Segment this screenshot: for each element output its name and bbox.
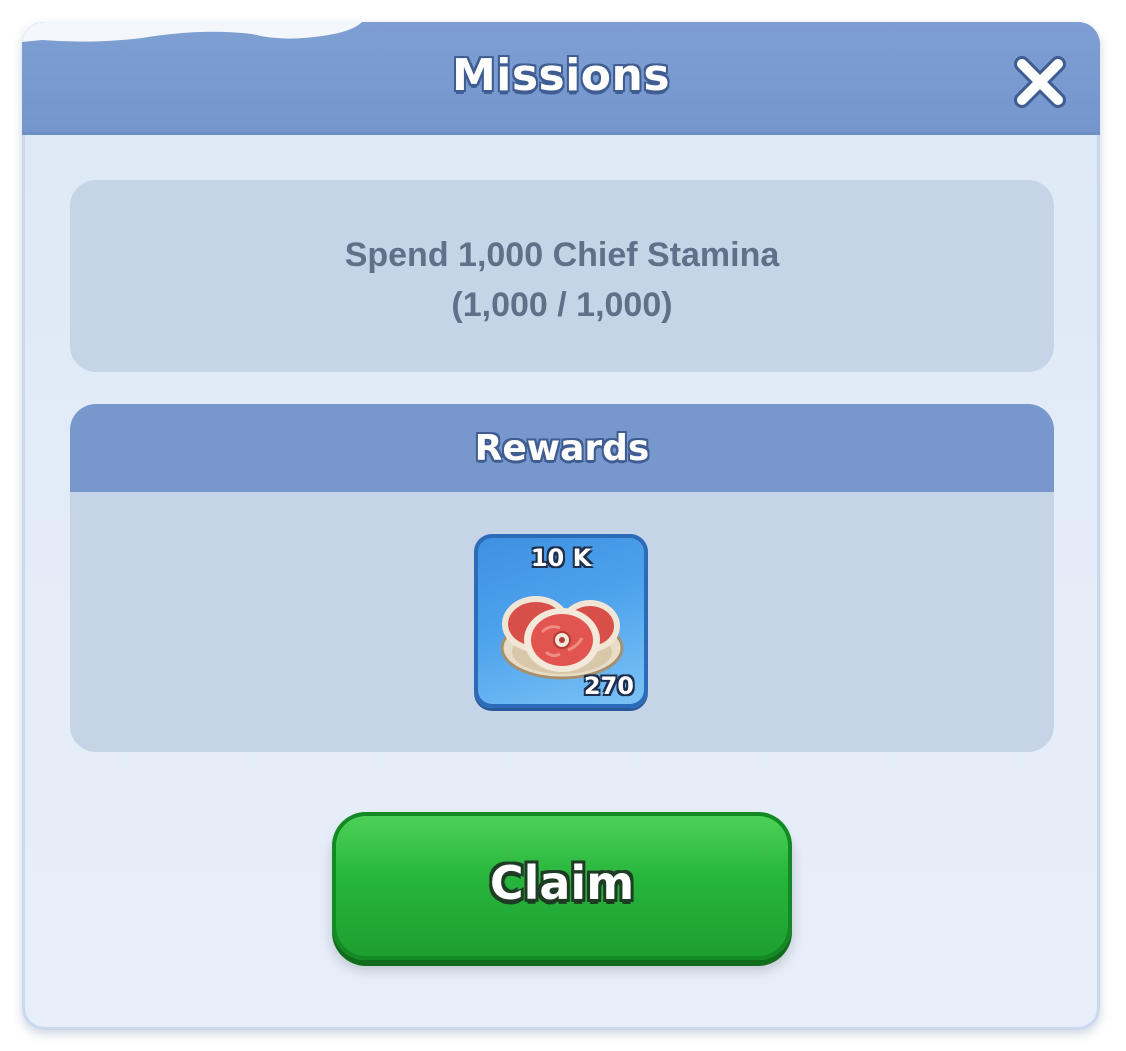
mission-progress: (1,000 / 1,000) xyxy=(451,286,673,324)
close-button[interactable] xyxy=(1010,54,1070,110)
reward-amount-label: 10 K xyxy=(530,544,592,572)
mission-task-box: Spend 1,000 Chief Stamina (1,000 / 1,000… xyxy=(70,180,1054,372)
rewards-header: Rewards xyxy=(70,404,1054,492)
claim-button[interactable]: Claim xyxy=(332,812,792,960)
close-x-icon xyxy=(1014,56,1066,108)
reward-item-meat[interactable]: 10 K 270 xyxy=(474,534,648,708)
rewards-panel: Rewards 10 K 270 xyxy=(70,404,1054,752)
dialog-title: Missions xyxy=(451,50,671,101)
mission-description: Spend 1,000 Chief Stamina xyxy=(344,236,780,274)
claim-label: Claim xyxy=(489,856,635,910)
meat-icon xyxy=(500,596,624,680)
missions-dialog: Missions Spend 1,000 Chief Stamina (1,00… xyxy=(22,22,1100,1030)
reward-quantity: 270 xyxy=(583,672,634,700)
dialog-header: Missions xyxy=(22,22,1100,135)
rewards-title: Rewards xyxy=(474,428,650,469)
